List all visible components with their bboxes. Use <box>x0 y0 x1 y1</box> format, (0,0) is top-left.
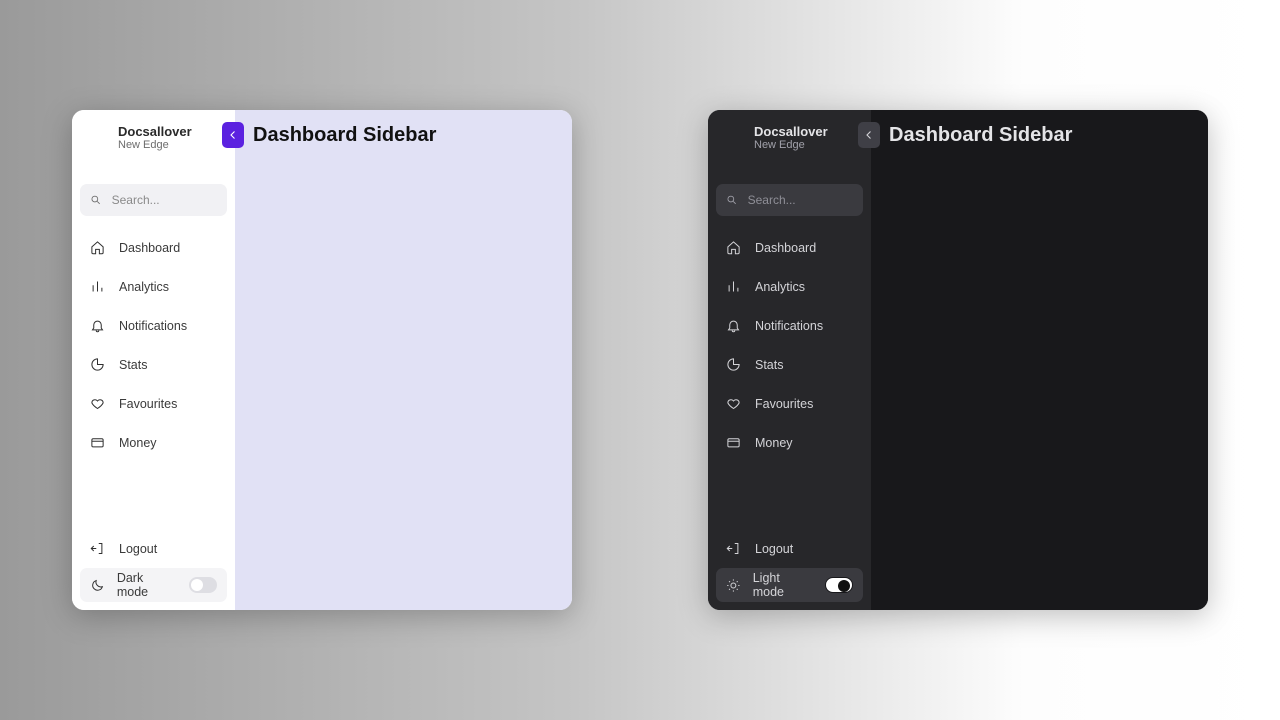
nav-label: Stats <box>119 358 148 372</box>
sidebar-item-notifications[interactable]: Notifications <box>80 306 227 345</box>
main-content: Dashboard Sidebar <box>235 110 572 610</box>
nav-label: Stats <box>755 358 784 372</box>
nav-label: Analytics <box>119 280 169 294</box>
nav-list: Dashboard Analytics Notifications Stats … <box>716 228 863 462</box>
search-input[interactable] <box>112 193 217 207</box>
bars-icon <box>90 279 105 294</box>
sidebar-item-money[interactable]: Money <box>80 423 227 462</box>
heart-icon <box>90 396 105 411</box>
sidebar-item-money[interactable]: Money <box>716 423 863 462</box>
search-icon <box>90 193 102 207</box>
sidebar-item-logout[interactable]: Logout <box>716 529 863 568</box>
chevron-left-icon <box>863 129 875 141</box>
sidebar-item-analytics[interactable]: Analytics <box>80 267 227 306</box>
nav-label: Dashboard <box>755 241 816 255</box>
search-box[interactable] <box>80 184 227 216</box>
chevron-left-icon <box>227 129 239 141</box>
nav-label: Money <box>119 436 157 450</box>
sidebar: Docsallover New Edge Dashboard Analytics… <box>72 110 235 610</box>
search-icon <box>726 193 738 207</box>
brand-subtitle: New Edge <box>118 139 192 151</box>
logout-icon <box>726 541 741 556</box>
bars-icon <box>726 279 741 294</box>
nav-label: Logout <box>755 542 793 556</box>
light-theme-panel: Docsallover New Edge Dashboard Analytics… <box>72 110 572 610</box>
logout-icon <box>90 541 105 556</box>
nav-label: Notifications <box>755 319 823 333</box>
theme-toggle-row[interactable]: Dark mode <box>80 568 227 602</box>
bell-icon <box>90 318 105 333</box>
sidebar-item-favourites[interactable]: Favourites <box>80 384 227 423</box>
brand: Docsallover New Edge <box>716 118 863 158</box>
page-title: Dashboard Sidebar <box>253 124 554 147</box>
theme-toggle[interactable] <box>825 577 853 593</box>
sidebar-item-stats[interactable]: Stats <box>716 345 863 384</box>
search-box[interactable] <box>716 184 863 216</box>
dark-theme-panel: Docsallover New Edge Dashboard Analytics… <box>708 110 1208 610</box>
nav-label: Favourites <box>755 397 813 411</box>
nav-list: Dashboard Analytics Notifications Stats … <box>80 228 227 462</box>
home-icon <box>90 240 105 255</box>
nav-label: Favourites <box>119 397 177 411</box>
pie-icon <box>90 357 105 372</box>
sidebar-item-dashboard[interactable]: Dashboard <box>80 228 227 267</box>
nav-label: Dashboard <box>119 241 180 255</box>
brand-subtitle: New Edge <box>754 139 828 151</box>
home-icon <box>726 240 741 255</box>
nav-label: Analytics <box>755 280 805 294</box>
sidebar-item-stats[interactable]: Stats <box>80 345 227 384</box>
sidebar-item-analytics[interactable]: Analytics <box>716 267 863 306</box>
heart-icon <box>726 396 741 411</box>
mode-label: Light mode <box>753 571 814 599</box>
page-title: Dashboard Sidebar <box>889 124 1190 147</box>
sun-icon <box>726 578 741 593</box>
nav-label: Notifications <box>119 319 187 333</box>
wallet-icon <box>726 435 741 450</box>
pie-icon <box>726 357 741 372</box>
sidebar-item-favourites[interactable]: Favourites <box>716 384 863 423</box>
mode-label: Dark mode <box>117 571 177 599</box>
theme-toggle[interactable] <box>189 577 217 593</box>
moon-icon <box>90 578 105 593</box>
brand-title: Docsallover <box>754 125 828 139</box>
sidebar-item-logout[interactable]: Logout <box>80 529 227 568</box>
main-content: Dashboard Sidebar <box>871 110 1208 610</box>
bell-icon <box>726 318 741 333</box>
sidebar: Docsallover New Edge Dashboard Analytics… <box>708 110 871 610</box>
wallet-icon <box>90 435 105 450</box>
sidebar-item-notifications[interactable]: Notifications <box>716 306 863 345</box>
search-input[interactable] <box>748 193 853 207</box>
brand-title: Docsallover <box>118 125 192 139</box>
nav-label: Logout <box>119 542 157 556</box>
theme-toggle-row[interactable]: Light mode <box>716 568 863 602</box>
brand: Docsallover New Edge <box>80 118 227 158</box>
sidebar-item-dashboard[interactable]: Dashboard <box>716 228 863 267</box>
nav-label: Money <box>755 436 793 450</box>
